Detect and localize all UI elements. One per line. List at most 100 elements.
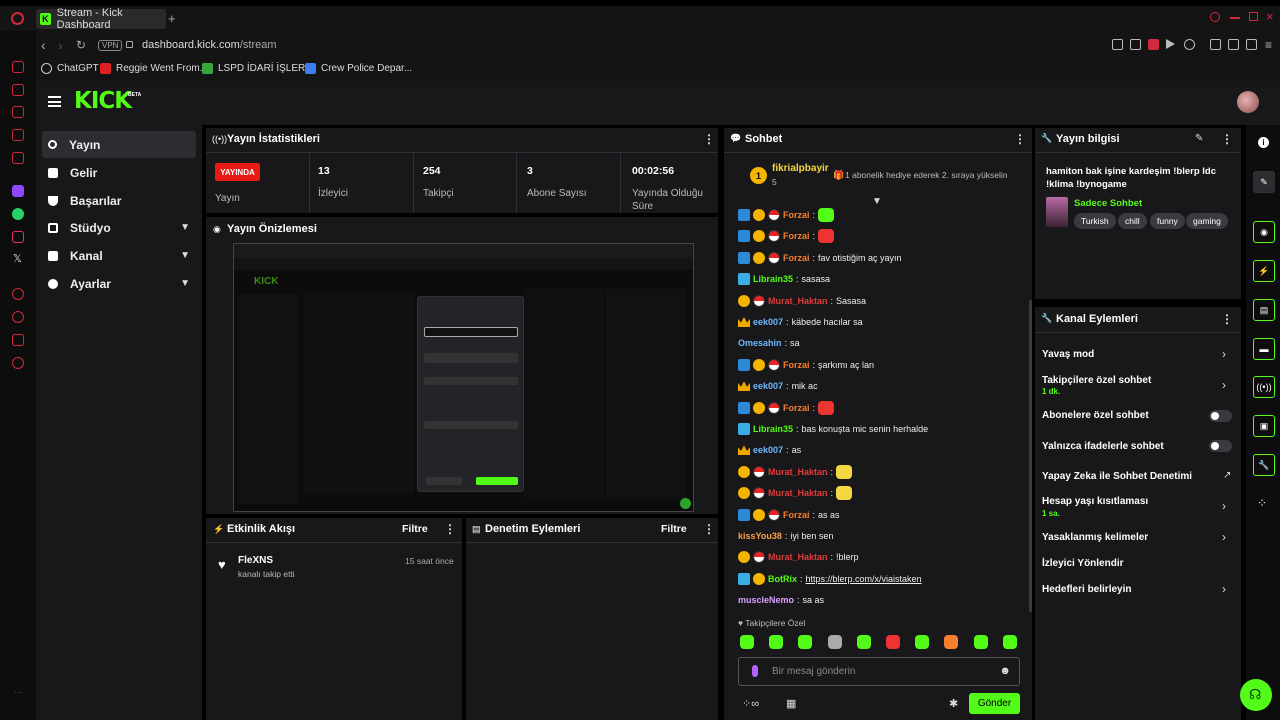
snapshot-icon[interactable] <box>1130 39 1141 50</box>
history-icon[interactable] <box>12 311 24 323</box>
more-icon[interactable]: ··· <box>14 688 22 697</box>
search-icon[interactable] <box>1210 12 1220 22</box>
nav-item-kanal[interactable]: Kanal ▼ <box>42 242 196 269</box>
chat-username[interactable]: Omesahin <box>738 338 782 348</box>
download-icon[interactable] <box>1228 39 1239 50</box>
category-name[interactable]: Sadece Sohbet <box>1074 198 1142 209</box>
tag-gaming[interactable]: gaming <box>1186 213 1228 229</box>
stream-info-menu-icon[interactable]: ⋮ <box>1221 132 1233 146</box>
action-banned-words[interactable]: Yasaklanmış kelimeler <box>1042 532 1148 543</box>
moderation-menu-icon[interactable]: ⋮ <box>703 522 715 536</box>
moderation-filter-button[interactable]: Filtre <box>661 523 687 535</box>
quick-emote[interactable] <box>798 635 813 649</box>
bookmark-lspd[interactable]: LSPD İDARİ İŞLER... <box>202 63 314 74</box>
stream-preview-video[interactable]: KICK <box>233 243 694 512</box>
settings-icon[interactable] <box>12 357 24 369</box>
url-field[interactable]: dashboard.kick.com/stream <box>142 39 277 51</box>
heart-icon[interactable] <box>1184 39 1195 50</box>
sidebar-icon-4[interactable] <box>12 129 24 141</box>
sidebar-icon-3[interactable] <box>12 106 24 118</box>
chat-username[interactable]: Forzai <box>783 403 810 413</box>
nav-item-yayin[interactable]: Yayın <box>42 131 196 158</box>
chat-link[interactable]: https://blerp.com/x/viaistaken <box>806 574 922 584</box>
edit-layout-icon[interactable]: ✎ <box>1253 171 1275 193</box>
chevron-right-icon[interactable]: › <box>1222 378 1226 392</box>
stats-toggle-icon[interactable]: ((•)) <box>1253 376 1275 398</box>
browser-tab[interactable]: K Stream - Kick Dashboard <box>36 7 166 31</box>
chat-username[interactable]: Forzai <box>783 210 810 220</box>
nav-item-gelir[interactable]: Gelir <box>42 159 196 186</box>
quick-emote[interactable] <box>915 635 930 649</box>
opera-logo-icon[interactable] <box>11 12 24 25</box>
quick-emote[interactable] <box>886 635 900 649</box>
quick-emote[interactable] <box>973 635 988 649</box>
vpn-badge[interactable]: VPN <box>98 40 123 51</box>
shield-icon[interactable] <box>1148 39 1159 50</box>
extensions-icon[interactable] <box>1210 39 1221 50</box>
sidebar-icon-5[interactable] <box>12 152 24 164</box>
close-icon[interactable]: × <box>1266 9 1274 24</box>
action-slow-mode[interactable]: Yavaş mod <box>1042 349 1094 360</box>
info-icon[interactable]: i <box>1258 137 1269 148</box>
channel-actions-toggle-icon[interactable]: 🔧 <box>1253 454 1275 476</box>
forward-icon[interactable]: › <box>58 37 63 53</box>
kick-logo[interactable]: KICK <box>74 88 132 114</box>
chat-scrollbar[interactable] <box>1029 300 1032 612</box>
quick-emote[interactable] <box>856 635 871 649</box>
activity-filter-button[interactable]: Filtre <box>402 523 428 535</box>
tag-chill[interactable]: chill <box>1118 213 1147 229</box>
chevron-right-icon[interactable]: › <box>1222 582 1226 596</box>
bookmark-crew-police[interactable]: Crew Police Depar... <box>305 63 412 74</box>
chat-username[interactable]: kissYou38 <box>738 531 782 541</box>
chevron-right-icon[interactable]: › <box>1222 499 1226 513</box>
external-link-icon[interactable]: ↗ <box>1223 470 1231 481</box>
preview-toggle-icon[interactable]: ◉ <box>1253 221 1275 243</box>
stats-menu-icon[interactable]: ⋮ <box>703 132 715 146</box>
pinned-user[interactable]: fikrialpbayir <box>772 163 829 174</box>
microphone-icon[interactable] <box>752 665 758 677</box>
chat-username[interactable]: Forzai <box>783 510 810 520</box>
x-icon[interactable]: 𝕏 <box>13 252 22 265</box>
reload-icon[interactable]: ↻ <box>76 38 86 52</box>
chat-username[interactable]: Murat_Haktan <box>768 488 828 498</box>
chat-username[interactable]: Forzai <box>783 360 810 370</box>
category-thumbnail[interactable] <box>1046 197 1068 227</box>
quick-emote[interactable] <box>1002 635 1017 649</box>
chat-username[interactable]: eek007 <box>753 317 783 327</box>
emoji-icon[interactable]: ☻ <box>999 665 1011 677</box>
chevron-right-icon[interactable]: › <box>1222 530 1226 544</box>
user-avatar[interactable] <box>1237 91 1259 113</box>
subs-only-toggle[interactable] <box>1209 410 1232 422</box>
chat-username[interactable]: Forzai <box>783 253 810 263</box>
twitch-icon[interactable] <box>12 185 24 197</box>
back-icon[interactable]: ‹ <box>41 37 46 53</box>
nav-item-studyo[interactable]: Stüdyo ▼ <box>42 214 196 241</box>
chat-input[interactable]: Bir mesaj gönderin ☻ <box>738 657 1020 686</box>
tag-funny[interactable]: funny <box>1150 213 1185 229</box>
chat-settings-icon[interactable]: ✱ <box>949 697 958 710</box>
action-goals[interactable]: Hedefleri belirleyin <box>1042 584 1131 595</box>
action-raid[interactable]: İzleyici Yönlendir <box>1042 558 1124 569</box>
collapse-icon[interactable]: ▼ <box>872 196 882 207</box>
maximize-icon[interactable] <box>1249 12 1258 21</box>
chat-username[interactable]: Librain35 <box>753 424 793 434</box>
bookmark-chatgpt[interactable]: ChatGPT <box>41 63 99 74</box>
chat-username[interactable]: eek007 <box>753 445 783 455</box>
nav-item-ayarlar[interactable]: Ayarlar ▼ <box>42 270 196 297</box>
stream-info-toggle-icon[interactable]: ▣ <box>1253 415 1275 437</box>
chat-username[interactable]: Forzai <box>783 231 810 241</box>
chevron-right-icon[interactable]: › <box>1222 347 1226 361</box>
chat-username[interactable]: Murat_Haktan <box>768 296 828 306</box>
bookmark-reggie[interactable]: Reggie Went From... <box>100 63 208 74</box>
whatsapp-icon[interactable] <box>12 208 24 220</box>
sidebar-icon-1[interactable] <box>12 61 24 73</box>
quick-emote[interactable] <box>769 635 784 649</box>
chat-username[interactable]: BotRix <box>768 574 797 584</box>
activity-toggle-icon[interactable]: ⚡ <box>1253 260 1275 282</box>
emotes-only-toggle[interactable] <box>1209 440 1232 452</box>
edit-icon[interactable]: ✎ <box>1195 133 1203 144</box>
instagram-icon[interactable] <box>12 231 24 243</box>
hamburger-menu-icon[interactable] <box>48 96 61 107</box>
action-ai-moderation[interactable]: Yapay Zeka ile Sohbet Denetimi <box>1042 471 1192 482</box>
tag-turkish[interactable]: Turkish <box>1074 213 1116 229</box>
